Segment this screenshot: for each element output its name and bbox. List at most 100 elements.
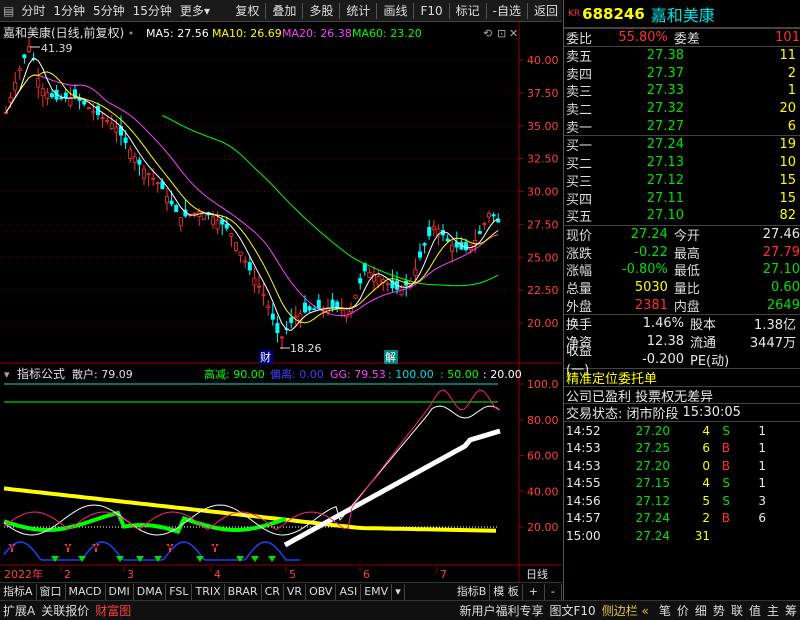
candle-body bbox=[238, 251, 243, 256]
price-tick-label: 30.00 bbox=[527, 186, 559, 199]
new-user-promo[interactable]: 新用户福利专享 bbox=[457, 602, 547, 619]
sell-row[interactable]: 卖三 27.33 1 bbox=[564, 82, 800, 100]
price-icon[interactable]: 价 bbox=[674, 602, 692, 619]
candle-body bbox=[422, 243, 427, 246]
kline-chart[interactable]: 40.00 37.50 35.00 32.50 30.00 27.50 25.00 22.50… bbox=[0, 22, 562, 582]
kr-badge: KR bbox=[568, 8, 581, 19]
candle-body bbox=[358, 278, 363, 284]
candle-body bbox=[302, 302, 307, 313]
back-button[interactable]: 返回 bbox=[530, 0, 562, 22]
tab-brar[interactable]: BRAR bbox=[225, 583, 262, 600]
trade-price: 27.25 bbox=[635, 441, 670, 456]
tab-more-indicators[interactable]: ▾ bbox=[392, 583, 405, 600]
sell-arrow-icon bbox=[268, 556, 276, 562]
sell-row[interactable]: 卖一 27.27 6 bbox=[564, 117, 800, 136]
maximize-icon[interactable]: ⊡ bbox=[497, 27, 506, 40]
buy-row[interactable]: 买二 27.13 10 bbox=[564, 154, 800, 172]
restore-icon[interactable]: ⟲ bbox=[483, 27, 492, 40]
tab-indicator-b[interactable]: 指标B bbox=[454, 583, 491, 600]
chips-icon[interactable]: 筹 bbox=[782, 602, 800, 619]
overlay-button[interactable]: 叠加 bbox=[268, 0, 300, 22]
collapse-icon[interactable]: ▾ bbox=[4, 368, 10, 381]
sidebar-toggle[interactable]: 侧边栏 « bbox=[599, 602, 652, 619]
tab-emv[interactable]: EMV bbox=[361, 583, 393, 600]
related-quote-tab[interactable]: 关联报价 bbox=[38, 602, 92, 619]
candle-body bbox=[399, 286, 404, 296]
tab-intraday[interactable]: 分时 bbox=[17, 0, 49, 22]
stat2-label: 换手 bbox=[566, 318, 593, 334]
trade-time: 14:57 bbox=[566, 511, 601, 526]
related-icon[interactable]: 联 bbox=[728, 602, 746, 619]
tab-obv[interactable]: OBV bbox=[306, 583, 337, 600]
candle-body bbox=[450, 244, 455, 253]
multi-stock-button[interactable]: 多股 bbox=[305, 0, 337, 22]
remove-pane-button[interactable]: - bbox=[545, 583, 562, 600]
candle-body bbox=[210, 216, 215, 225]
trade-time: 14:55 bbox=[566, 476, 601, 491]
tab-fsl[interactable]: FSL bbox=[166, 583, 193, 600]
mark-button[interactable]: 标记 bbox=[452, 0, 484, 22]
tab-template[interactable]: 模 板 bbox=[490, 583, 523, 600]
candle-body bbox=[123, 137, 128, 143]
trade-count: 1 bbox=[758, 423, 766, 438]
extend-a-tab[interactable]: 扩展A bbox=[0, 602, 38, 619]
remove-watchlist-button[interactable]: -自选 bbox=[489, 0, 525, 22]
detail-icon[interactable]: 细 bbox=[692, 602, 710, 619]
candle-body bbox=[413, 268, 418, 277]
sell-price: 27.38 bbox=[646, 48, 684, 64]
add-pane-button[interactable]: + bbox=[523, 583, 546, 600]
candle-body bbox=[146, 173, 151, 176]
close-icon[interactable]: ✕ bbox=[509, 27, 518, 40]
tab-dmi[interactable]: DMI bbox=[106, 583, 134, 600]
tab-1min[interactable]: 1分钟 bbox=[49, 0, 89, 22]
sell-row[interactable]: 卖五 27.38 11 bbox=[564, 47, 800, 65]
divider bbox=[302, 2, 304, 19]
buy-row[interactable]: 买一 27.24 19 bbox=[564, 136, 800, 154]
tab-window[interactable]: 窗口 bbox=[37, 583, 66, 600]
sell-volume: 1 bbox=[787, 83, 796, 99]
wealth-chart-tab[interactable]: 财富图 bbox=[92, 602, 134, 619]
menu-icon[interactable]: ▤ bbox=[0, 4, 17, 18]
stock-code: 688246 bbox=[582, 4, 645, 23]
tab-trix[interactable]: TRIX bbox=[192, 583, 225, 600]
period-label[interactable]: 日线 bbox=[526, 567, 548, 581]
tab-dma[interactable]: DMA bbox=[134, 583, 167, 600]
candle-body bbox=[174, 205, 179, 212]
f10-graphic-tab[interactable]: 图文F10 bbox=[547, 602, 599, 619]
settings-dot-icon[interactable] bbox=[129, 31, 133, 35]
candle-body bbox=[243, 260, 248, 263]
buy-row[interactable]: 买五 27.10 82 bbox=[564, 207, 800, 225]
tick-icon[interactable]: 笔 bbox=[656, 602, 674, 619]
tab-vr[interactable]: VR bbox=[284, 583, 307, 600]
sell-row[interactable]: 卖四 27.37 2 bbox=[564, 64, 800, 83]
sell-row[interactable]: 卖二 27.32 20 bbox=[564, 100, 800, 118]
tab-indicator-a[interactable]: 指标A bbox=[0, 583, 37, 600]
stat-label: 最低 bbox=[673, 264, 700, 280]
value-icon[interactable]: 值 bbox=[746, 602, 764, 619]
trend-icon[interactable]: 势 bbox=[710, 602, 728, 619]
candle-body bbox=[100, 117, 105, 119]
tab-cr[interactable]: CR bbox=[262, 583, 284, 600]
fuquan-button[interactable]: 复权 bbox=[231, 0, 263, 22]
chart-area[interactable]: 40.00 37.50 35.00 32.50 30.00 27.50 25.00 22.50… bbox=[0, 22, 562, 598]
sub-indicator-title[interactable]: 指标公式 bbox=[17, 366, 65, 381]
ma20-line bbox=[5, 74, 499, 317]
tab-15min[interactable]: 15分钟 bbox=[129, 0, 176, 22]
buy-volume: 19 bbox=[779, 137, 796, 153]
stats-button[interactable]: 统计 bbox=[342, 0, 374, 22]
trade-row: 14:53 27.25 6 B 1 bbox=[564, 440, 800, 458]
stat-value: 27.79 bbox=[762, 244, 800, 260]
draw-line-button[interactable]: 画线 bbox=[379, 0, 411, 22]
unlock-marker-label: 解 bbox=[385, 350, 396, 364]
notice-precise-order[interactable]: 精准定位委托单 bbox=[564, 368, 657, 387]
f10-button[interactable]: F10 bbox=[416, 0, 446, 22]
tab-macd[interactable]: MACD bbox=[66, 583, 106, 600]
tab-asi[interactable]: ASI bbox=[336, 583, 362, 600]
notice-row-1[interactable]: 精准定位委托单 bbox=[564, 368, 800, 387]
tab-5min[interactable]: 5分钟 bbox=[89, 0, 129, 22]
tab-more[interactable]: 更多▾ bbox=[176, 0, 214, 22]
main-icon[interactable]: 主 bbox=[764, 602, 782, 619]
candle-body bbox=[477, 231, 482, 234]
buy-row[interactable]: 买四 27.11 15 bbox=[564, 189, 800, 208]
buy-row[interactable]: 买三 27.12 15 bbox=[564, 172, 800, 190]
